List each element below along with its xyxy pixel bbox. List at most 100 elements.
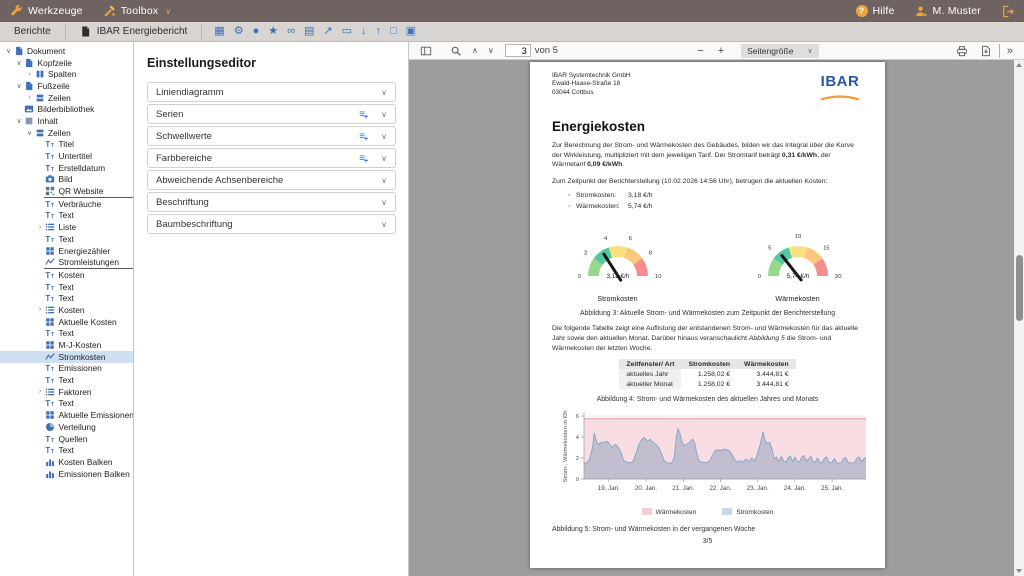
tree-item-inhalt[interactable]: ∨Inhalt [0, 115, 133, 127]
ruler-icon[interactable]: ▭ [342, 26, 352, 37]
save-icon[interactable]: ▣ [406, 26, 416, 37]
zoom-mode-select[interactable]: Seitengröße ∨ [741, 44, 818, 58]
help-button[interactable]: ? Hilfe [846, 5, 905, 17]
notifications-icon[interactable]: ● [253, 26, 260, 37]
tree-item-text[interactable]: TTText [0, 398, 133, 410]
logout-button[interactable] [991, 5, 1024, 18]
tree-item-text[interactable]: TTText [0, 444, 133, 456]
tree-item-text[interactable]: TTText [0, 328, 133, 340]
settings-section-schwellwerte[interactable]: Schwellwerte≡+∨ [147, 126, 396, 146]
tree-item-m-j-kosten[interactable]: M-J-Kosten [0, 339, 133, 351]
add-entry-icon[interactable]: ≡+ [359, 153, 369, 164]
settings-section-abweichende-achsenbereiche[interactable]: Abweichende Achsenbereiche∨ [147, 170, 396, 190]
chevron-down-icon[interactable]: ∨ [381, 132, 387, 141]
print-button[interactable] [951, 45, 973, 57]
tree-item-fußzeile[interactable]: ∨Fußzeile [0, 80, 133, 92]
tree-item-text[interactable]: TTText [0, 210, 133, 222]
tree-item-kosten[interactable]: ›Kosten [0, 304, 133, 316]
tree-item-kosten-balken[interactable]: Kosten Balken [0, 456, 133, 468]
settings-section-liniendiagramm[interactable]: Liniendiagramm∨ [147, 82, 396, 102]
tree-item-text[interactable]: TTText [0, 374, 133, 386]
tree-item-text[interactable]: TTText [0, 233, 133, 245]
tree-item-stromleistungen[interactable]: Stromleistungen [0, 256, 133, 268]
settings-icon[interactable]: ⚙ [234, 26, 244, 37]
settings-section-farbbereiche[interactable]: Farbbereiche≡+∨ [147, 148, 396, 168]
tree-item-bild[interactable]: Bild [0, 174, 133, 186]
upload-icon[interactable]: ↑ [375, 26, 381, 37]
menu-werkzeuge[interactable]: Werkzeuge [0, 0, 93, 22]
tree-item-liste[interactable]: ›Liste [0, 221, 133, 233]
tree-item-untertitel[interactable]: TTUntertitel [0, 150, 133, 162]
tree-expander-icon[interactable]: ∨ [15, 82, 24, 90]
tree-item-energiezähler[interactable]: Energiezähler [0, 245, 133, 257]
tree-item-verbräuche[interactable]: TTVerbräuche [0, 198, 133, 210]
tree-item-text[interactable]: TTText [0, 281, 133, 293]
tree-item-emissionen[interactable]: TTEmissionen [0, 363, 133, 375]
tree-expander-icon[interactable]: ∨ [15, 59, 24, 67]
tree-item-aktuelle-emissionen[interactable]: Aktuelle Emissionen [0, 409, 133, 421]
tree-item-text[interactable]: TTText [0, 292, 133, 304]
tree-expander-icon[interactable]: › [36, 388, 45, 395]
chevron-down-icon[interactable]: ∨ [381, 176, 387, 185]
tree-item-qr-website[interactable]: QR Website [0, 185, 133, 197]
zoom-in-button[interactable]: + [711, 45, 731, 57]
tree-item-kosten[interactable]: TTKosten [0, 269, 133, 281]
tree-item-faktoren[interactable]: ›Faktoren [0, 386, 133, 398]
sidebar-toggle-button[interactable] [415, 45, 437, 57]
next-page-button[interactable]: ∨ [483, 46, 499, 55]
search-button[interactable] [445, 45, 467, 57]
chevron-down-icon[interactable]: ∨ [381, 88, 387, 97]
add-entry-icon[interactable]: ≡+ [359, 109, 369, 120]
tree-expander-icon[interactable]: › [25, 94, 34, 101]
tree-item-spalten[interactable]: ›Spalten [0, 68, 133, 80]
tree-item-zeilen[interactable]: ∨Zeilen [0, 127, 133, 139]
monitor-icon[interactable]: □ [390, 26, 397, 37]
download-document-button[interactable] [975, 45, 997, 57]
vertical-scrollbar[interactable] [1014, 60, 1024, 576]
tree-item-dokument[interactable]: ∨Dokument [0, 45, 133, 57]
chevron-down-icon[interactable]: ∨ [381, 198, 387, 207]
scroll-up-arrow[interactable] [1016, 63, 1022, 67]
tree-expander-icon[interactable]: › [36, 224, 45, 231]
tab-ibar-energiebericht[interactable]: IBAR Energiebericht [66, 22, 202, 41]
tree-expander-icon[interactable]: ∨ [4, 47, 13, 55]
link-icon[interactable]: ∞ [287, 26, 295, 37]
calendar-icon[interactable]: ▤ [304, 26, 314, 37]
settings-section-beschriftung[interactable]: Beschriftung∨ [147, 192, 396, 212]
tree-item-titel[interactable]: TTTitel [0, 139, 133, 151]
scroll-down-arrow[interactable] [1016, 569, 1022, 573]
page-number-input[interactable] [505, 44, 531, 57]
previous-page-button[interactable]: ∧ [467, 46, 483, 55]
menu-toolbox[interactable]: Toolbox ∨ [93, 0, 182, 22]
zoom-out-button[interactable]: − [690, 45, 710, 57]
tree-item-kopfzeile[interactable]: ∨Kopfzeile [0, 57, 133, 69]
tree-item-zeilen[interactable]: ›Zeilen [0, 92, 133, 104]
more-tools-button[interactable]: » [1002, 45, 1018, 57]
favorites-icon[interactable]: ★ [268, 26, 278, 37]
tree-expander-icon[interactable]: › [36, 306, 45, 313]
scrollbar-thumb[interactable] [1016, 255, 1023, 321]
tab-berichte[interactable]: Berichte [0, 22, 65, 41]
svg-text:21. Jan.: 21. Jan. [672, 485, 694, 492]
chevron-down-icon[interactable]: ∨ [381, 154, 387, 163]
tree-expander-icon[interactable]: ∨ [15, 117, 24, 125]
tree-expander-icon[interactable]: ∨ [25, 129, 34, 137]
tree-item-erstelldatum[interactable]: TTErstelldatum [0, 162, 133, 174]
tree-expander-icon[interactable]: › [25, 71, 34, 78]
chart-icon[interactable]: ↗ [323, 26, 332, 37]
paragraph: Die folgende Tabelle zeigt eine Auflistu… [552, 324, 863, 353]
tree-item-stromkosten[interactable]: Stromkosten [0, 351, 133, 363]
settings-section-baumbeschriftung[interactable]: Baumbeschriftung∨ [147, 214, 396, 234]
tree-item-emissionen-balken[interactable]: Emissionen Balken [0, 468, 133, 480]
apps-grid-icon[interactable]: ▦ [214, 26, 224, 37]
tree-item-bilderbibliothek[interactable]: Bilderbibliothek [0, 103, 133, 115]
tree-item-quellen[interactable]: TTQuellen [0, 433, 133, 445]
chevron-down-icon[interactable]: ∨ [381, 110, 387, 119]
tree-item-aktuelle-kosten[interactable]: Aktuelle Kosten [0, 316, 133, 328]
settings-section-serien[interactable]: Serien≡+∨ [147, 104, 396, 124]
tree-item-verteilung[interactable]: Verteilung [0, 421, 133, 433]
chevron-down-icon[interactable]: ∨ [381, 220, 387, 229]
add-entry-icon[interactable]: ≡+ [359, 131, 369, 142]
user-menu[interactable]: M. Muster [905, 5, 991, 18]
download-icon[interactable]: ↓ [361, 26, 367, 37]
